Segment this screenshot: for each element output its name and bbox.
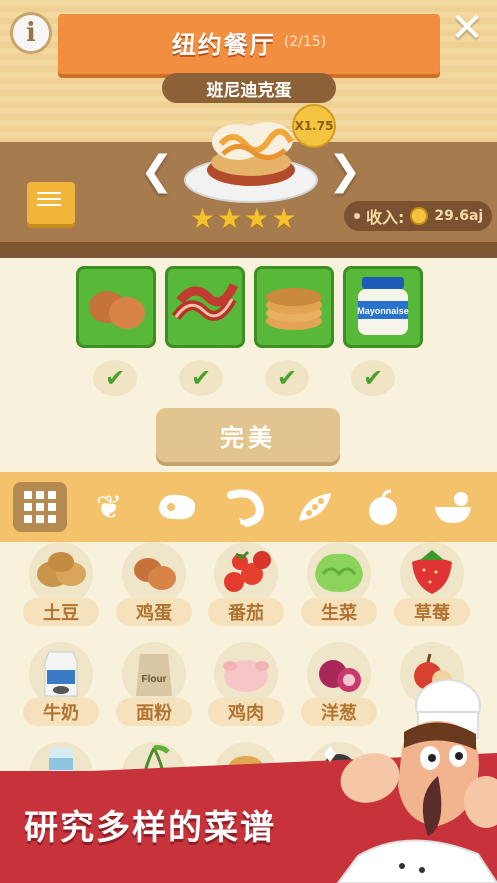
milk-carton-icon <box>44 651 78 697</box>
pantry-item-tomato[interactable]: 番茄 <box>208 542 284 630</box>
promo-banner-text: 研究多样的菜谱 <box>24 808 276 848</box>
pantry-label: 牛奶 <box>23 698 99 726</box>
prev-dish-arrow-icon[interactable]: ❮ <box>140 148 174 194</box>
star-icon: ★ <box>271 202 297 235</box>
wheat-icon: ❦ <box>95 488 123 526</box>
tomato-icon <box>224 550 271 592</box>
income-value: 29.6aj <box>434 208 484 224</box>
tab-meat[interactable] <box>150 482 204 532</box>
bacon-icon <box>171 282 239 321</box>
category-tabs: ❦ <box>0 472 497 542</box>
ingredient-egg-card[interactable] <box>76 266 156 348</box>
pantry-item-potato[interactable]: 土豆 <box>23 542 99 630</box>
flour-sack-icon: Flour <box>136 654 172 696</box>
strawberry-icon <box>412 550 452 594</box>
salad-bowl-icon <box>435 492 471 523</box>
star-icon: ★ <box>190 202 216 235</box>
tab-grains[interactable]: ❦ <box>82 482 136 532</box>
restaurant-progress: (2/15) <box>283 34 327 50</box>
info-icon: i <box>26 18 36 48</box>
pantry-label: 土豆 <box>23 598 99 626</box>
pantry-item-egg[interactable]: 鸡蛋 <box>116 542 192 630</box>
mayonnaise-jar-icon: Mayonnaise <box>357 277 409 335</box>
ingredient-bacon-card[interactable] <box>165 266 245 348</box>
chef-character-image <box>324 679 497 883</box>
pantry-label: 生菜 <box>301 598 377 626</box>
close-icon: ✕ <box>450 5 484 51</box>
recipe-ingredients: Mayonnaise <box>76 266 423 348</box>
recipe-book-icon[interactable] <box>27 182 75 224</box>
shrimp-icon <box>227 489 264 527</box>
pantry-item-chicken[interactable]: 鸡肉 <box>208 642 284 730</box>
pantry-label: 面粉 <box>116 698 192 726</box>
egg-icon <box>134 558 176 590</box>
grid-icon <box>24 491 56 523</box>
pantry-label: 鸡蛋 <box>116 598 192 626</box>
pantry-item-milk[interactable]: 牛奶 <box>23 642 99 730</box>
income-label: 收入: <box>366 208 405 227</box>
close-button[interactable]: ✕ <box>447 8 487 48</box>
restaurant-title: 纽约餐厅 <box>171 30 276 59</box>
pantry-item-lettuce[interactable]: 生菜 <box>301 542 377 630</box>
potato-icon <box>37 552 86 587</box>
counter-edge <box>0 242 497 258</box>
income-display: 收入: 29.6aj <box>344 201 492 231</box>
lettuce-icon <box>315 553 363 592</box>
tab-dishes[interactable] <box>426 482 480 532</box>
multiplier-badge: X1.75 <box>292 104 336 148</box>
apple-icon <box>369 489 397 525</box>
star-icon: ★ <box>217 202 243 235</box>
check-icon: ✔ <box>93 360 137 396</box>
pantry-item-flour[interactable]: Flour 面粉 <box>116 642 192 730</box>
tab-vegetables[interactable] <box>288 482 342 532</box>
pantry-label: 草莓 <box>394 598 470 626</box>
dish-name-label: 班尼迪克蛋 <box>162 73 336 103</box>
perfect-button[interactable]: 完美 <box>156 408 340 462</box>
pancake-icon <box>266 288 322 330</box>
title-ribbon: 纽约餐厅 (2/15) <box>58 14 440 74</box>
ingredient-checks: ✔ ✔ ✔ ✔ <box>93 360 395 396</box>
tab-all[interactable] <box>13 482 67 532</box>
eggs-icon <box>89 291 145 329</box>
raw-chicken-icon <box>223 660 269 692</box>
svg-text:Flour: Flour <box>142 674 167 685</box>
check-icon: ✔ <box>351 360 395 396</box>
pantry-label: 番茄 <box>208 598 284 626</box>
check-icon: ✔ <box>179 360 223 396</box>
pantry-label: 鸡肉 <box>208 698 284 726</box>
ingredient-mayonnaise-card[interactable]: Mayonnaise <box>343 266 423 348</box>
check-icon: ✔ <box>265 360 309 396</box>
info-button[interactable]: i <box>10 12 52 54</box>
star-icon: ★ <box>244 202 270 235</box>
coin-icon <box>410 207 429 225</box>
pea-icon <box>299 493 331 521</box>
meat-icon <box>159 494 196 520</box>
ingredient-pancake-card[interactable] <box>254 266 334 348</box>
svg-text:Mayonnaise: Mayonnaise <box>357 306 409 316</box>
tab-seafood[interactable] <box>218 482 272 532</box>
rating-stars: ★ ★ ★ ★ <box>190 205 296 233</box>
tab-fruits[interactable] <box>356 482 410 532</box>
pantry-item-strawberry[interactable]: 草莓 <box>394 542 470 630</box>
next-dish-arrow-icon[interactable]: ❯ <box>328 148 362 194</box>
bullet-icon <box>354 213 360 219</box>
